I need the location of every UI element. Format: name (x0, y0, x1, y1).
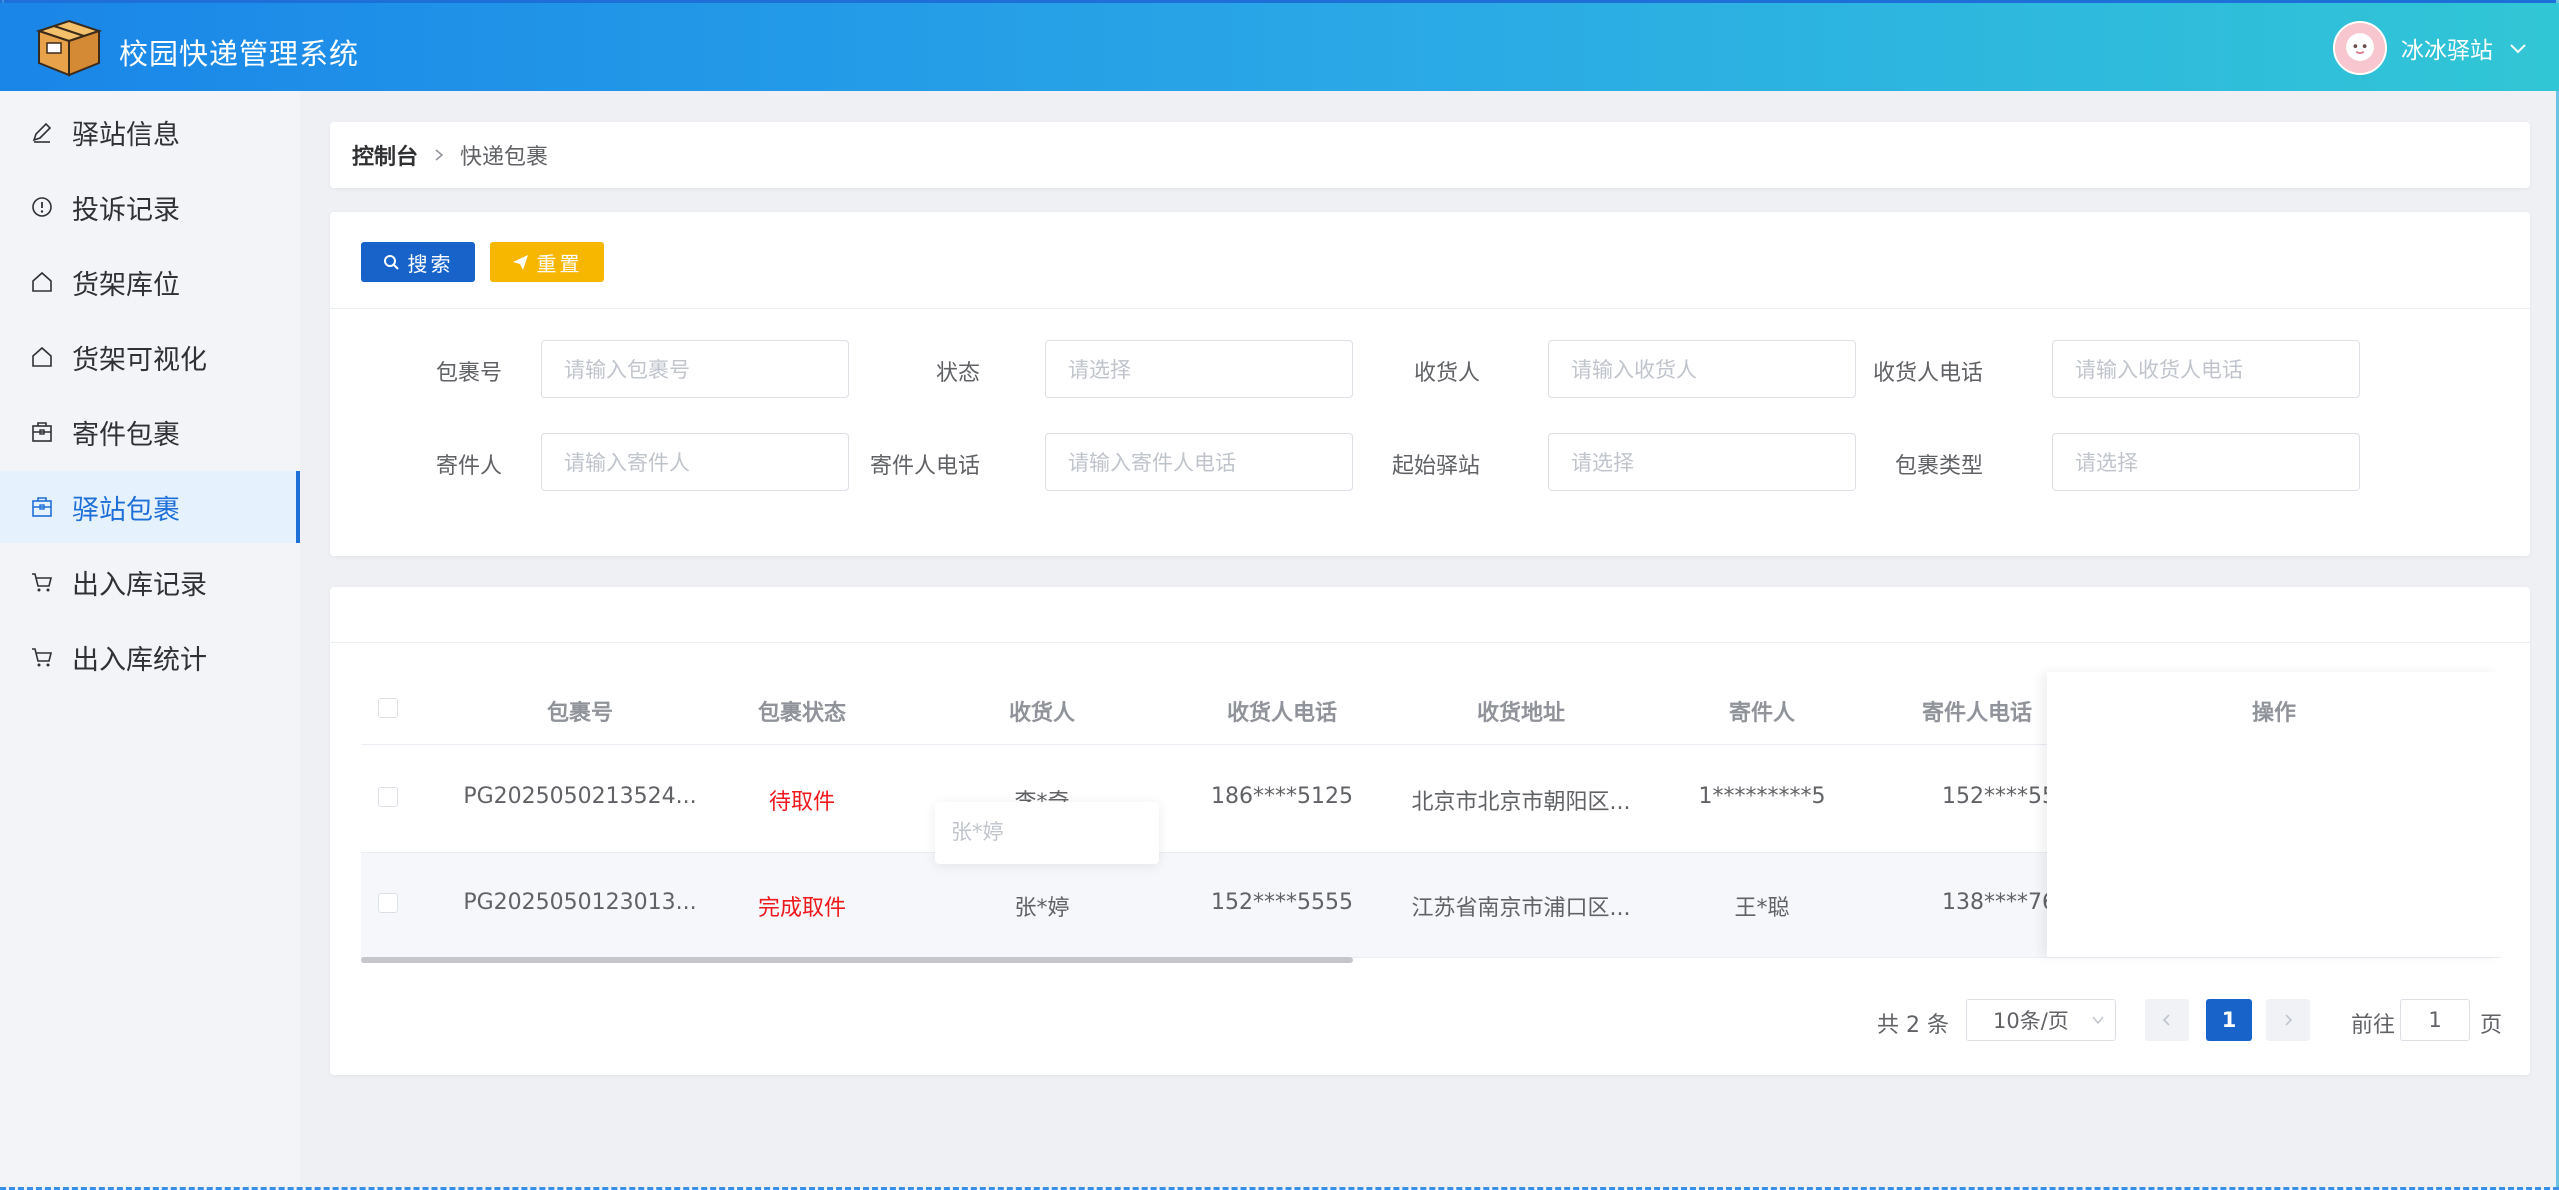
chevron-left-icon (2162, 1014, 2170, 1026)
table-cell-receiver-phone: 152****5555 (1211, 890, 1353, 915)
next-page-button[interactable] (2266, 999, 2310, 1041)
package-logo-icon (35, 19, 103, 77)
table-cell-receiver: 张*婷 (1014, 896, 1070, 921)
receiver-phone-input[interactable]: 请输入收货人电话 (2052, 340, 2360, 398)
sender-phone-input[interactable]: 请输入寄件人电话 (1045, 433, 1353, 491)
column-header-address[interactable]: 收货地址 (1421, 695, 1621, 727)
reset-button-label: 重置 (536, 251, 583, 276)
chevron-right-icon (435, 149, 444, 161)
package-icon (32, 497, 52, 517)
page-suffix-label: 页 (2480, 1013, 2503, 1038)
top-header: 校园快递管理系统 冰冰驿站 (0, 3, 2559, 91)
search-icon (383, 254, 399, 270)
search-panel: 搜索 重置 包裹号 请输入包裹号 状态 请选择 收货人 请输入收货人 收货人电话… (330, 212, 2530, 556)
table-cell-package-no: PG2025050213524... (463, 784, 697, 809)
table-cell-package-no: PG2025050123013... (463, 890, 697, 915)
chevron-right-icon (2285, 1014, 2293, 1026)
package-table-card: 包裹号 包裹状态 收货人 收货人电话 收货地址 寄件人 寄件人电话 PG2025… (330, 587, 2530, 1075)
edit-icon (32, 122, 52, 143)
package-no-label: 包裹号 (435, 361, 502, 386)
sidebar-item-inout-records[interactable]: 出入库记录 (0, 546, 300, 618)
divider (330, 642, 2530, 643)
sidebar-item-station-packages[interactable]: 驿站包裹 (0, 471, 300, 543)
horizontal-scrollbar[interactable] (361, 957, 1353, 963)
sidebar-item-label: 出入库记录 (72, 569, 207, 601)
package-type-select[interactable]: 请选择 (2052, 433, 2360, 491)
column-header-actions: 操作 (2251, 701, 2296, 726)
sender-label: 寄件人 (435, 454, 502, 479)
package-no-input[interactable]: 请输入包裹号 (541, 340, 849, 398)
page-size-value: 10条/页 (1993, 1009, 2069, 1033)
column-header-sender[interactable]: 寄件人 (1662, 695, 1862, 727)
fixed-operations-column: 操作 (2047, 672, 2501, 957)
breadcrumb-root[interactable]: 控制台 (352, 139, 418, 171)
page-number-current[interactable]: 1 (2206, 999, 2252, 1041)
table-cell-status: 待取件 (768, 790, 835, 815)
send-icon (512, 254, 528, 270)
table-cell-status: 完成取件 (757, 896, 846, 921)
sidebar-item-shelf-locations[interactable]: 货架库位 (0, 246, 300, 318)
breadcrumb: 控制台 快递包裹 (330, 122, 2530, 188)
chevron-down-icon[interactable] (2507, 37, 2529, 59)
table-cell-receiver-phone: 186****5125 (1211, 784, 1353, 809)
status-select[interactable]: 请选择 (1045, 340, 1353, 398)
goto-label: 前往 (2351, 1013, 2396, 1038)
chevron-down-icon (2092, 1016, 2104, 1025)
cell-tooltip: 张*婷 (935, 802, 1159, 864)
pagination-total: 共 2 条 (1877, 1013, 1949, 1038)
sidebar-item-inout-statistics[interactable]: 出入库统计 (0, 621, 300, 693)
user-menu[interactable]: 冰冰驿站 (2333, 21, 2529, 75)
avatar[interactable] (2333, 21, 2387, 75)
sidebar-item-label: 驿站信息 (72, 119, 180, 151)
home-icon (32, 346, 52, 367)
breadcrumb-current: 快递包裹 (460, 145, 549, 170)
sidebar-item-label: 出入库统计 (72, 644, 207, 676)
user-name[interactable]: 冰冰驿站 (2401, 31, 2493, 65)
table-cell-sender: 1*********5 (1698, 784, 1826, 809)
receiver-label: 收货人 (1413, 361, 1480, 386)
select-all-checkbox[interactable] (378, 698, 398, 718)
row-checkbox[interactable] (378, 893, 398, 913)
receiver-input[interactable]: 请输入收货人 (1548, 340, 1856, 398)
divider (330, 308, 2530, 309)
package-type-label: 包裹类型 (1894, 454, 1983, 479)
row-checkbox[interactable] (378, 787, 398, 807)
origin-station-select[interactable]: 请选择 (1548, 433, 1856, 491)
sidebar-item-complaints[interactable]: 投诉记录 (0, 171, 300, 243)
cart-icon (32, 648, 53, 667)
sidebar-item-label: 货架可视化 (72, 344, 207, 376)
prev-page-button[interactable] (2145, 999, 2189, 1041)
sidebar-item-label: 驿站包裹 (72, 494, 180, 526)
package-icon (32, 422, 52, 442)
reset-button[interactable]: 重置 (490, 242, 604, 282)
sidebar-item-label: 投诉记录 (72, 194, 180, 226)
table-cell-address: 北京市北京市朝阳区... (1411, 790, 1631, 815)
column-header-status[interactable]: 包裹状态 (702, 695, 902, 727)
column-header-receiver-phone[interactable]: 收货人电话 (1182, 695, 1382, 727)
sidebar-item-send-package[interactable]: 寄件包裹 (0, 396, 300, 468)
warning-circle-icon (32, 197, 52, 217)
search-button[interactable]: 搜索 (361, 242, 475, 282)
table-cell-sender: 王*聪 (1734, 896, 1790, 921)
search-button-label: 搜索 (407, 251, 454, 276)
sidebar-item-station-info[interactable]: 驿站信息 (0, 96, 300, 168)
table-cell-address: 江苏省南京市浦口区... (1411, 896, 1631, 921)
origin-station-label: 起始驿站 (1391, 454, 1480, 479)
sidebar-item-label: 寄件包裹 (72, 419, 180, 451)
sender-phone-label: 寄件人电话 (869, 454, 980, 479)
home-icon (32, 271, 52, 292)
page-jump-input[interactable]: 1 (2400, 999, 2470, 1041)
column-header-receiver[interactable]: 收货人 (942, 695, 1142, 727)
sidebar-item-label: 货架库位 (72, 269, 180, 301)
column-header-package-no[interactable]: 包裹号 (480, 695, 680, 727)
status-label: 状态 (935, 361, 980, 386)
app-title: 校园快递管理系统 (119, 37, 360, 71)
sidebar: 驿站信息 投诉记录 货架库位 货架可视化 寄件包裹 驿站包裹 出入库记录 出入库… (0, 91, 300, 1187)
sidebar-item-shelf-visualization[interactable]: 货架可视化 (0, 321, 300, 393)
cart-icon (32, 573, 53, 592)
page-size-select[interactable]: 10条/页 (1966, 999, 2116, 1041)
receiver-phone-label: 收货人电话 (1872, 361, 1983, 386)
sender-input[interactable]: 请输入寄件人 (541, 433, 849, 491)
